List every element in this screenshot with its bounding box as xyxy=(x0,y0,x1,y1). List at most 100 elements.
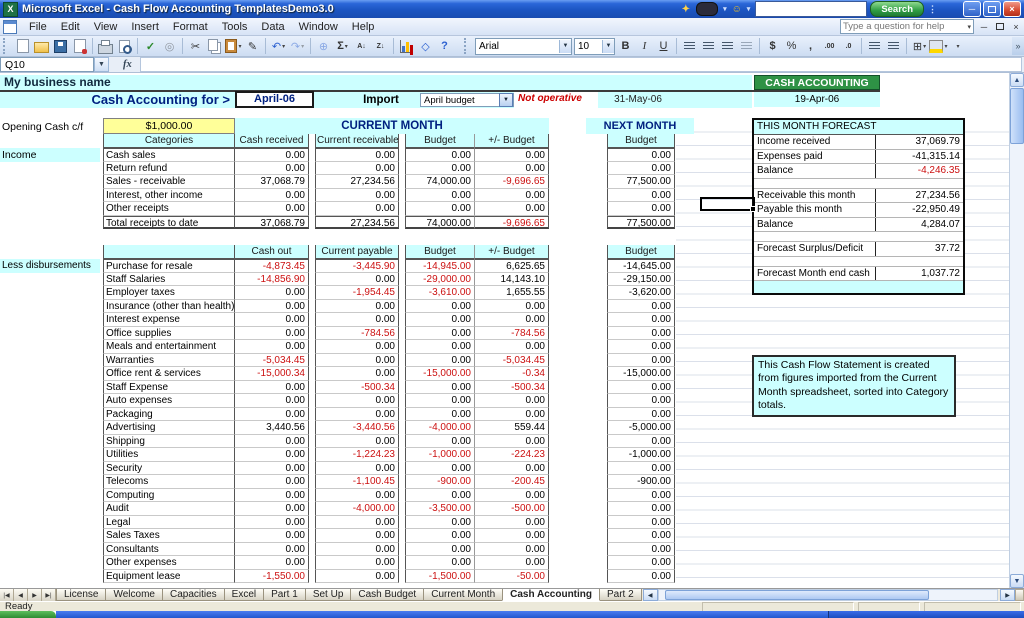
sheet-tab-cash-accounting[interactable]: Cash Accounting xyxy=(502,589,600,601)
forecast-label[interactable]: Balance xyxy=(754,164,875,178)
cash-accounting-for-label[interactable]: Cash Accounting for > xyxy=(0,92,230,108)
value-cell[interactable]: 0.00 xyxy=(235,381,309,395)
value-cell[interactable]: -9,696.65 xyxy=(475,216,549,230)
value-cell[interactable]: 0.00 xyxy=(315,354,399,368)
category-cell[interactable]: Purchase for resale xyxy=(103,259,235,273)
menu-data[interactable]: Data xyxy=(254,20,291,34)
value-cell[interactable]: 0.00 xyxy=(405,327,475,341)
help-dropdown-icon[interactable]: ▾ xyxy=(967,23,971,31)
tab-nav-icon-3[interactable]: ▶| xyxy=(42,589,56,601)
tab-scroll-left-icon[interactable]: ◀ xyxy=(643,589,658,601)
value-cell[interactable]: 0.00 xyxy=(405,202,475,216)
autosum-icon[interactable]: Σ▾ xyxy=(333,37,352,55)
sheet-tab-license[interactable]: License xyxy=(56,589,106,601)
value-cell[interactable]: 74,000.00 xyxy=(405,175,475,189)
category-cell[interactable]: Interest expense xyxy=(103,313,235,327)
category-cell[interactable]: Office rent & services xyxy=(103,367,235,381)
opening-cash-value-cell[interactable]: $1,000.00 xyxy=(103,118,235,134)
value-cell[interactable]: 0.00 xyxy=(475,189,549,203)
value-cell[interactable]: -4,000.00 xyxy=(405,421,475,435)
value-cell[interactable]: -1,550.00 xyxy=(235,570,309,584)
category-cell[interactable]: Audit xyxy=(103,502,235,516)
value-cell[interactable]: 0.00 xyxy=(475,556,549,570)
value-cell[interactable]: 37,068.79 xyxy=(235,175,309,189)
next-month-header[interactable]: NEXT MONTH xyxy=(586,118,694,134)
value-cell[interactable]: -14,945.00 xyxy=(405,259,475,273)
value-cell[interactable]: 0.00 xyxy=(607,516,675,530)
value-cell[interactable]: Budget xyxy=(607,134,675,148)
undo-icon[interactable]: ↶▾ xyxy=(269,37,288,55)
value-cell[interactable]: -29,150.00 xyxy=(607,273,675,287)
value-cell[interactable]: 0.00 xyxy=(315,516,399,530)
forecast-value[interactable]: 4,284.07 xyxy=(875,218,963,232)
value-cell[interactable]: 0.00 xyxy=(315,162,399,176)
value-cell[interactable]: 27,234.56 xyxy=(315,175,399,189)
menu-file[interactable]: File xyxy=(22,20,54,34)
value-cell[interactable]: 0.00 xyxy=(315,300,399,314)
percent-style-icon[interactable]: % xyxy=(782,37,801,55)
value-cell[interactable]: 0.00 xyxy=(475,313,549,327)
value-cell[interactable]: -500.34 xyxy=(475,381,549,395)
forecast-value[interactable]: 37,069.79 xyxy=(875,135,963,149)
addin-dropdown-icon[interactable]: ▾ xyxy=(723,5,727,13)
category-cell[interactable]: Advertising xyxy=(103,421,235,435)
drawing-icon[interactable]: ◇ xyxy=(416,37,435,55)
value-cell[interactable]: 0.00 xyxy=(235,286,309,300)
tab-nav-icon-2[interactable]: ▶ xyxy=(28,589,42,601)
tab-scroll-right-icon[interactable]: ▶ xyxy=(1000,589,1015,601)
open-icon[interactable] xyxy=(32,37,51,55)
value-cell[interactable]: Cash out xyxy=(235,245,309,259)
value-cell[interactable]: 0.00 xyxy=(235,162,309,176)
scroll-up-icon[interactable]: ▲ xyxy=(1010,73,1024,87)
category-cell[interactable]: Interest, other income xyxy=(103,189,235,203)
value-cell[interactable]: 0.00 xyxy=(607,435,675,449)
font-color-icon-dropdown[interactable]: ▾ xyxy=(956,43,959,50)
value-cell[interactable]: 0.00 xyxy=(235,475,309,489)
vertical-scroll-thumb[interactable] xyxy=(1010,88,1024,144)
excel-app-icon[interactable]: X xyxy=(3,2,18,17)
value-cell[interactable]: 0.00 xyxy=(405,462,475,476)
decrease-indent-icon[interactable] xyxy=(865,37,884,55)
value-cell[interactable]: 0.00 xyxy=(315,340,399,354)
title-search-input[interactable] xyxy=(755,1,867,17)
font-name-dropdown-icon[interactable]: ▼ xyxy=(559,40,571,53)
category-cell[interactable]: Legal xyxy=(103,516,235,530)
value-cell[interactable]: 0.00 xyxy=(607,381,675,395)
workbook-restore-button[interactable] xyxy=(993,20,1007,33)
value-cell[interactable]: +/- Budget xyxy=(475,245,549,259)
merge-center-icon[interactable] xyxy=(737,37,756,55)
value-cell[interactable]: -200.45 xyxy=(475,475,549,489)
workbook-icon[interactable] xyxy=(3,20,17,34)
standard-toolbar-grip[interactable] xyxy=(3,38,10,54)
permission-icon[interactable] xyxy=(70,37,89,55)
category-cell[interactable]: Security xyxy=(103,462,235,476)
name-box[interactable]: Q10 xyxy=(0,57,94,72)
menu-help[interactable]: Help xyxy=(345,20,382,34)
value-cell[interactable]: 0.00 xyxy=(475,516,549,530)
value-cell[interactable]: 0.00 xyxy=(607,300,675,314)
value-cell[interactable]: 0.00 xyxy=(475,394,549,408)
value-cell[interactable]: -500.00 xyxy=(475,502,549,516)
value-cell[interactable]: 0.00 xyxy=(607,148,675,162)
value-cell[interactable]: 0.00 xyxy=(235,543,309,557)
value-cell[interactable]: -3,440.56 xyxy=(315,421,399,435)
value-cell[interactable]: -1,000.00 xyxy=(607,448,675,462)
active-cell[interactable] xyxy=(700,197,755,211)
borders-icon[interactable]: ⊞▾ xyxy=(910,37,929,55)
value-cell[interactable]: 0.00 xyxy=(475,435,549,449)
sheet-tab-current-month[interactable]: Current Month xyxy=(423,589,503,601)
value-cell[interactable]: 0.00 xyxy=(607,570,675,584)
value-cell[interactable]: 0.00 xyxy=(405,381,475,395)
value-cell[interactable]: 0.00 xyxy=(405,543,475,557)
vertical-scrollbar[interactable]: ▲ ▼ xyxy=(1009,73,1024,588)
value-cell[interactable]: 14,143.10 xyxy=(475,273,549,287)
value-cell[interactable]: 6,625.65 xyxy=(475,259,549,273)
value-cell[interactable]: 0.00 xyxy=(607,462,675,476)
currency-style-icon[interactable]: $ xyxy=(763,37,782,55)
value-cell[interactable]: -1,954.45 xyxy=(315,286,399,300)
value-cell[interactable]: -1,000.00 xyxy=(405,448,475,462)
value-cell[interactable]: 0.00 xyxy=(315,462,399,476)
horizontal-scroll-thumb[interactable] xyxy=(665,590,929,600)
search-options-icon[interactable]: ⋮ xyxy=(928,4,937,15)
category-cell[interactable]: Categories xyxy=(103,134,235,148)
